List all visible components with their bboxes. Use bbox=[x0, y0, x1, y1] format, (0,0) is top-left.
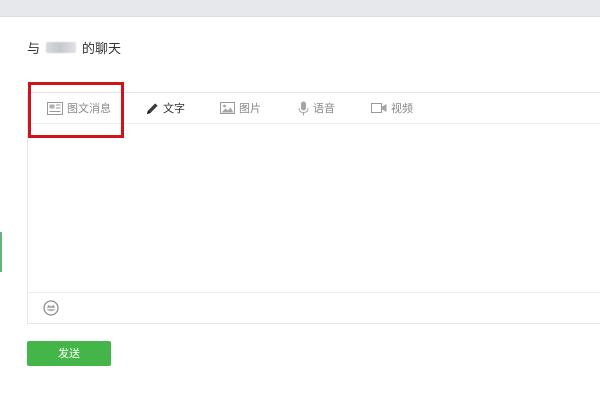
blurred-contact-name bbox=[46, 41, 77, 53]
message-type-tabs: 图文消息 文字 图片 语音 视频 bbox=[28, 93, 600, 124]
tab-voice[interactable]: 语音 bbox=[298, 93, 335, 123]
tab-image-label: 图片 bbox=[239, 102, 261, 115]
tab-news[interactable]: 图文消息 bbox=[47, 93, 111, 123]
tab-voice-label: 语音 bbox=[313, 102, 335, 115]
emoji-icon[interactable] bbox=[43, 300, 59, 316]
top-toolbar-strip bbox=[0, 0, 600, 17]
tab-video-label: 视频 bbox=[391, 102, 413, 115]
chat-title: 与 的聊天 bbox=[27, 37, 121, 57]
emoji-toolbar bbox=[28, 292, 600, 323]
microphone-icon bbox=[298, 101, 309, 116]
tab-text-label: 文字 bbox=[163, 102, 185, 115]
video-camera-icon bbox=[371, 102, 387, 114]
send-button[interactable]: 发送 bbox=[27, 341, 111, 366]
pencil-icon bbox=[146, 102, 159, 115]
image-icon bbox=[220, 102, 235, 114]
message-input-area[interactable] bbox=[28, 124, 600, 294]
chat-title-suffix: 的聊天 bbox=[82, 41, 122, 57]
left-nav-accent bbox=[0, 232, 2, 272]
chat-title-prefix: 与 bbox=[27, 41, 41, 57]
news-card-icon bbox=[47, 101, 63, 115]
tab-image[interactable]: 图片 bbox=[220, 93, 261, 123]
message-composer: 图文消息 文字 图片 语音 视频 bbox=[27, 92, 600, 324]
tab-text[interactable]: 文字 bbox=[146, 93, 185, 123]
tab-news-label: 图文消息 bbox=[67, 102, 111, 115]
tab-video[interactable]: 视频 bbox=[371, 93, 413, 123]
